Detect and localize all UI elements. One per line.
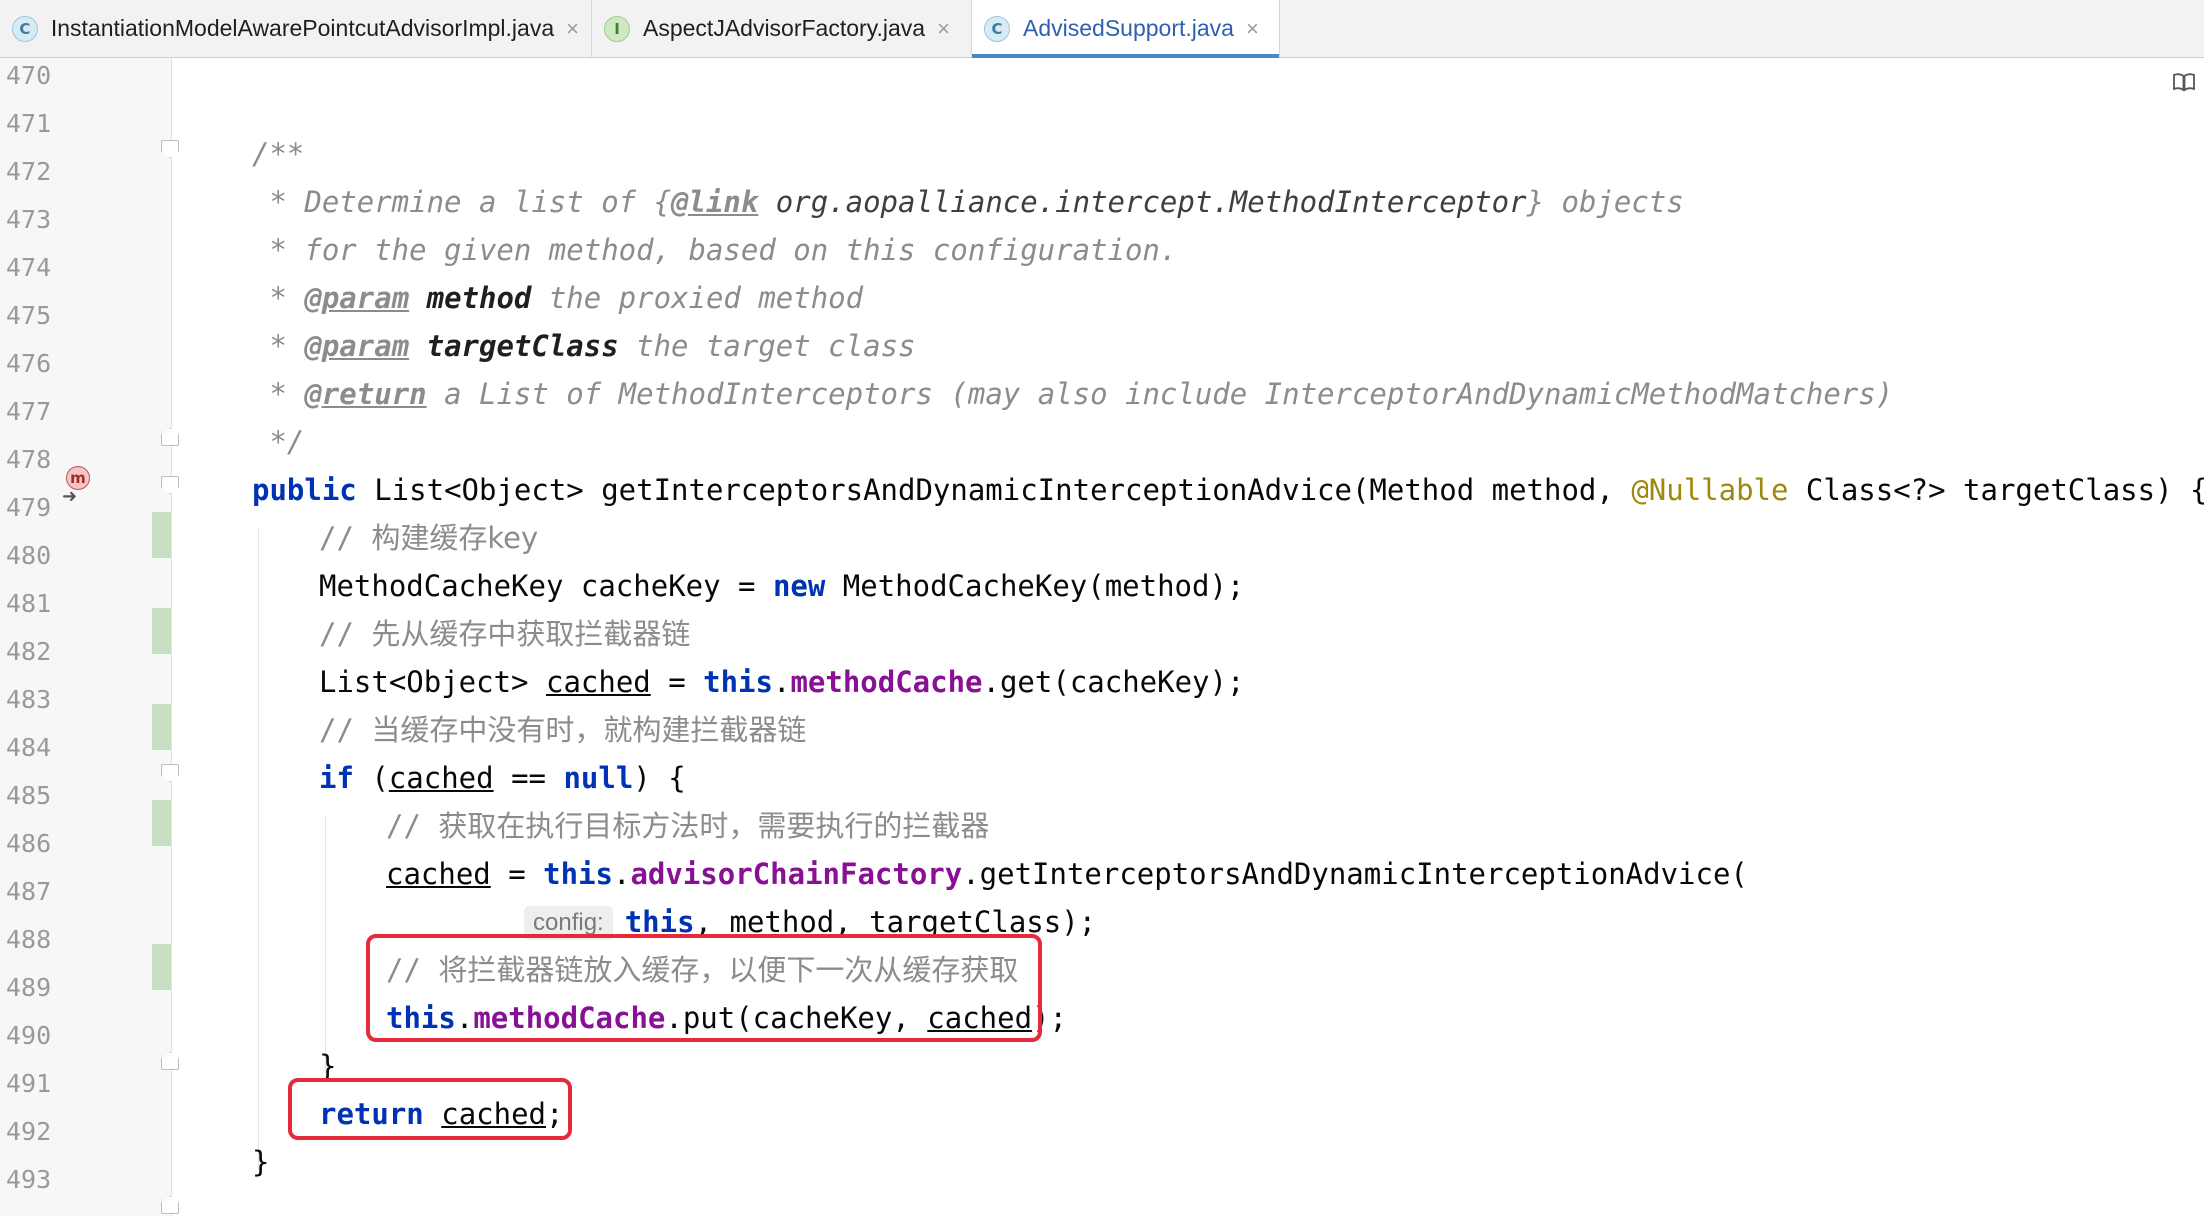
- line-number: 489: [6, 973, 52, 1002]
- java-class-icon: C: [984, 15, 1010, 42]
- tab-label: AdvisedSupport.java: [1023, 15, 1234, 41]
- line-number: 493: [6, 1165, 52, 1194]
- line-number: 487: [6, 877, 52, 906]
- editor-gutter[interactable]: 470 471 472 473 474 475 476 477 478 479 480 481 482 4…: [0, 58, 179, 1216]
- code-line-492[interactable]: }: [252, 1138, 269, 1186]
- tab-advised-support[interactable]: C AdvisedSupport.java ×: [972, 0, 1280, 58]
- code-line-471[interactable]: /**: [252, 130, 304, 178]
- line-number: 482: [6, 637, 52, 666]
- vcs-added-marker[interactable]: [152, 944, 171, 990]
- line-number: 477: [6, 397, 52, 426]
- code-line-482[interactable]: List<Object> cached = this.methodCache.g…: [319, 658, 1244, 706]
- line-number: 485: [6, 781, 52, 810]
- code-line-484[interactable]: if (cached == null) {: [319, 754, 686, 802]
- java-class-icon: C: [12, 15, 38, 42]
- close-icon[interactable]: ×: [1246, 16, 1259, 42]
- code-line-472[interactable]: * Determine a list of {@link org.aopalli…: [252, 178, 1683, 226]
- line-number: 484: [6, 733, 52, 762]
- indent-guide: [258, 528, 259, 1170]
- line-number: 481: [6, 589, 52, 618]
- line-number: 479: [6, 493, 52, 522]
- line-number: 483: [6, 685, 52, 714]
- close-icon[interactable]: ×: [566, 16, 579, 42]
- line-number: 476: [6, 349, 52, 378]
- code-line-485[interactable]: // 获取在执行目标方法时，需要执行的拦截器: [386, 802, 989, 850]
- vcs-added-marker[interactable]: [152, 800, 171, 846]
- annotation-nullable: @Nullable: [1631, 473, 1789, 507]
- code-line-477[interactable]: */: [252, 418, 304, 466]
- line-number: 474: [6, 253, 52, 282]
- line-number: 471: [6, 109, 52, 138]
- vcs-added-marker[interactable]: [152, 704, 171, 750]
- line-number: 475: [6, 301, 52, 330]
- line-number: 472: [6, 157, 52, 186]
- implements-arrow-icon[interactable]: ➜: [62, 486, 77, 507]
- javadoc-param-tag: @param: [304, 281, 410, 315]
- vcs-added-marker[interactable]: [152, 512, 171, 558]
- javadoc-link-tag: @link: [671, 185, 759, 219]
- vcs-added-marker[interactable]: [152, 608, 171, 654]
- code-line-475[interactable]: * @param targetClass the target class: [252, 322, 915, 370]
- code-line-474[interactable]: * @param method the proxied method: [252, 274, 863, 322]
- close-icon[interactable]: ×: [937, 16, 950, 42]
- line-number: 473: [6, 205, 52, 234]
- code-line-480[interactable]: MethodCacheKey cacheKey = new MethodCach…: [319, 562, 1244, 610]
- line-number: 486: [6, 829, 52, 858]
- tab-label: InstantiationModelAwarePointcutAdvisorIm…: [50, 15, 555, 41]
- code-line-473[interactable]: * for the given method, based on this co…: [252, 226, 1177, 274]
- code-line-483[interactable]: // 当缓存中没有时，就构建拦截器链: [319, 706, 806, 754]
- java-interface-icon: I: [604, 15, 630, 42]
- tab-aspectj-advisor-factory[interactable]: I AspectJAdvisorFactory.java ×: [592, 0, 972, 57]
- highlight-box-return: [288, 1078, 572, 1140]
- code-line-479[interactable]: // 构建缓存key: [319, 514, 538, 562]
- line-number: 470: [6, 61, 52, 90]
- indent-guide: [325, 816, 326, 1074]
- line-number: 478: [6, 445, 52, 474]
- javadoc-param-tag: @param: [304, 329, 410, 363]
- code-editor[interactable]: /** * Determine a list of {@link org.aop…: [172, 58, 2204, 1216]
- editor-tab-bar: C InstantiationModelAwarePointcutAdvisor…: [0, 0, 2204, 58]
- tab-label: AspectJAdvisorFactory.java: [643, 15, 926, 41]
- line-number: 492: [6, 1117, 52, 1146]
- line-number: 480: [6, 541, 52, 570]
- highlight-box-cache-put: [366, 934, 1042, 1042]
- tab-instantiation-model-aware-pointcut-advisor-impl[interactable]: C InstantiationModelAwarePointcutAdvisor…: [0, 0, 592, 57]
- code-line-486[interactable]: cached = this.advisorChainFactory.getInt…: [386, 850, 1748, 898]
- code-line-481[interactable]: // 先从缓存中获取拦截器链: [319, 610, 690, 658]
- line-number: 491: [6, 1069, 52, 1098]
- javadoc-return-tag: @return: [304, 377, 427, 411]
- code-line-476[interactable]: * @return a List of MethodInterceptors (…: [252, 370, 1893, 418]
- line-number: 490: [6, 1021, 52, 1050]
- code-line-478[interactable]: public List<Object> getInterceptorsAndDy…: [252, 466, 2204, 514]
- line-number: 488: [6, 925, 52, 954]
